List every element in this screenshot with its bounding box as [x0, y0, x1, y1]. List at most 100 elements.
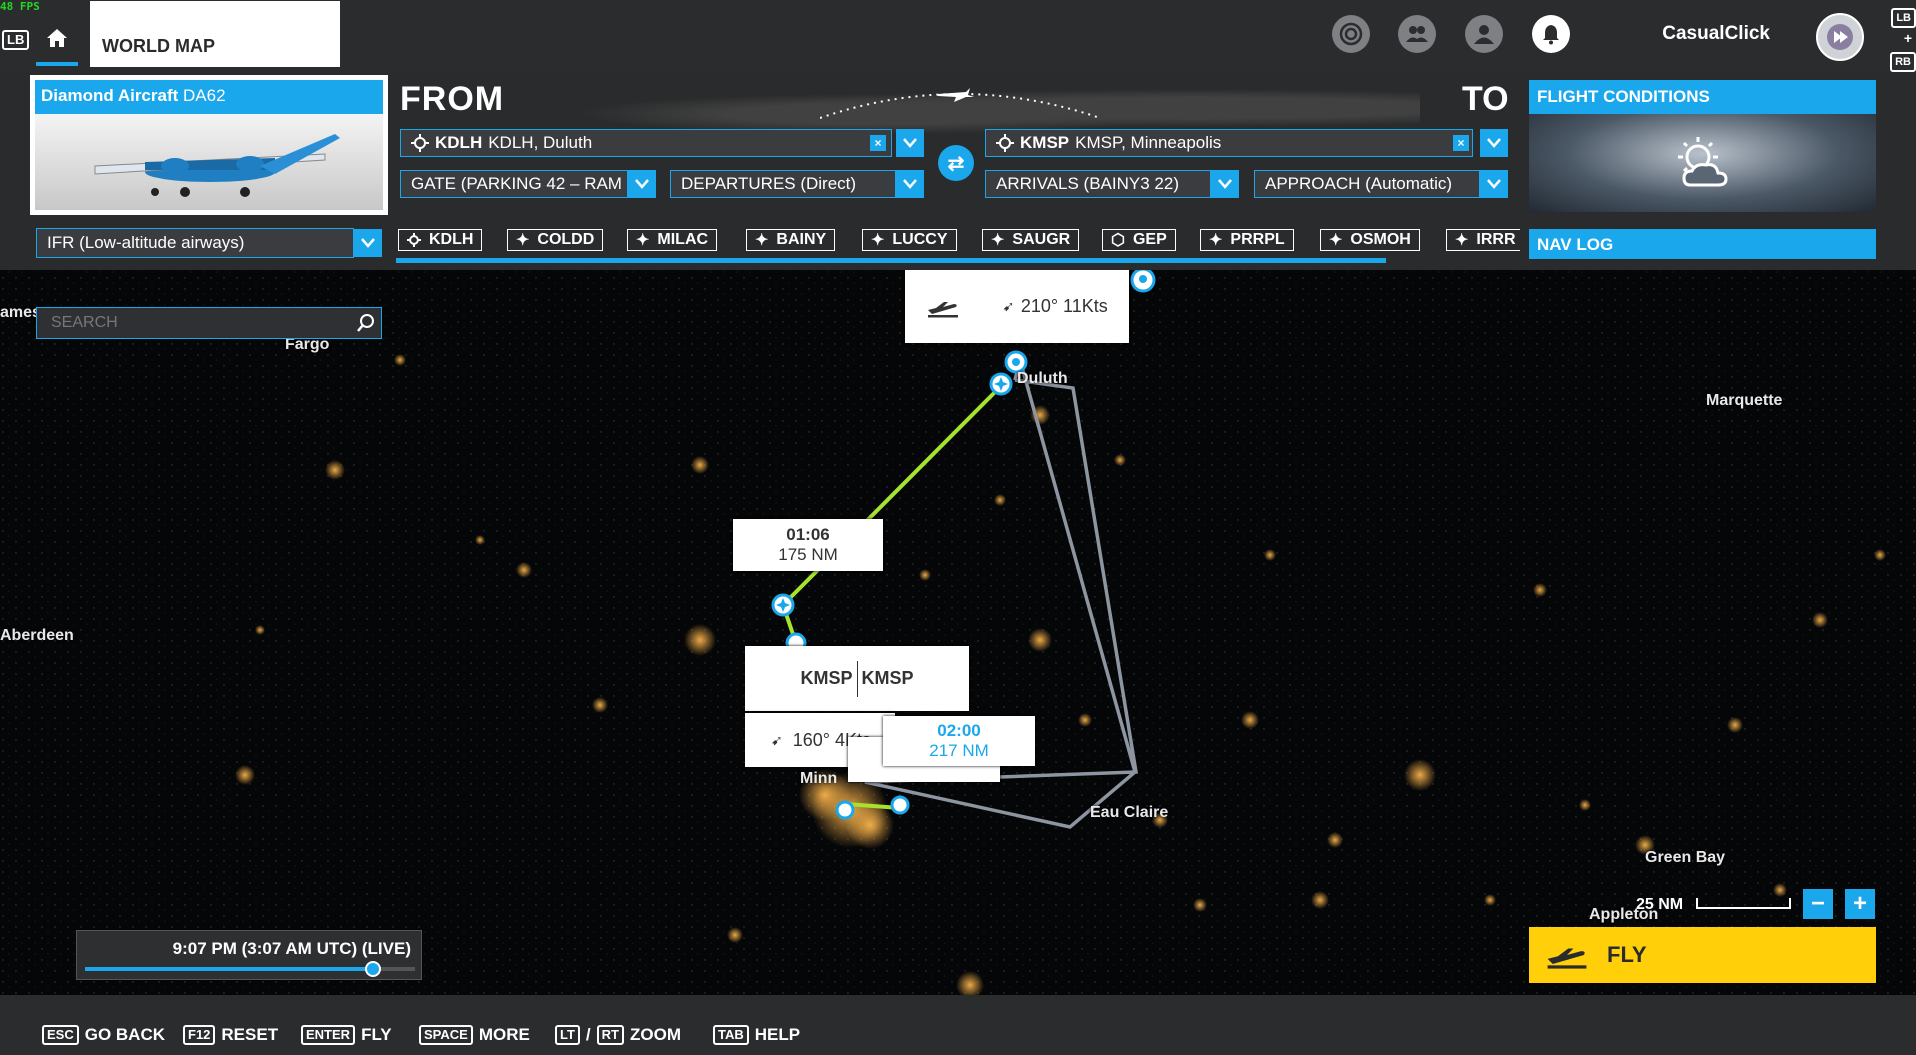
avatar-logo-icon [1827, 24, 1853, 50]
leg-time: 02:00 [937, 721, 981, 740]
chevron-down-icon [1487, 138, 1501, 148]
aircraft-card[interactable]: Diamond Aircraft DA62 [30, 75, 388, 215]
waypoint-label: PRRPL [1230, 231, 1285, 248]
aircraft-title: Diamond Aircraft DA62 [35, 80, 383, 114]
waypoint-marker[interactable] [1004, 350, 1028, 374]
gate-dropdown-button[interactable] [628, 170, 656, 198]
arrival-procedure-dropdown-button[interactable] [1211, 170, 1239, 198]
zoom-in-button[interactable]: + [1845, 889, 1875, 919]
world-map[interactable]: ames Fargo Duluth Marquette Aberdeen Eau… [0, 270, 1916, 995]
profile-button[interactable] [1465, 15, 1503, 53]
fly-label: FLY [1607, 942, 1647, 967]
departure-procedure-select[interactable]: DEPARTURES (Direct) [670, 170, 896, 198]
plus-icon: + [1852, 890, 1867, 917]
clear-departure-button[interactable]: × [870, 135, 886, 151]
map-pin-icon[interactable] [1130, 270, 1156, 293]
key-badge: TAB [713, 1025, 749, 1045]
route-type-select[interactable]: IFR (Low-altitude airways) [36, 228, 354, 258]
bell-icon [1543, 25, 1559, 45]
close-icon: × [1457, 136, 1465, 150]
location-target-icon [407, 233, 421, 247]
arrival-procedure-select[interactable]: ARRIVALS (BAINY3 22) [985, 170, 1211, 198]
waypoint-kdlh[interactable]: KDLH [398, 229, 483, 251]
friends-icon [1406, 26, 1428, 42]
city-label: Minn [800, 770, 838, 787]
key-badge: LT [555, 1025, 580, 1045]
home-icon [47, 29, 67, 47]
waypoint-coldd[interactable]: ✦ COLDD [507, 229, 604, 251]
departure-dropdown-button[interactable] [896, 129, 924, 157]
user-name[interactable]: CasualClick [1662, 23, 1770, 45]
fly-button[interactable]: FLY [1529, 927, 1876, 983]
route-type-dropdown-button[interactable] [354, 229, 382, 257]
destination-callout[interactable]: KMSP KMSP [745, 646, 969, 711]
key-badge: ESC [42, 1025, 79, 1045]
home-tab-indicator [36, 62, 78, 66]
waypoint-osmoh[interactable]: ✦ OSMOH [1320, 229, 1420, 251]
waypoint-marker[interactable] [989, 372, 1013, 396]
departure-airport-field[interactable]: KDLH KDLH, Duluth [400, 129, 892, 157]
approach-select[interactable]: APPROACH (Automatic) [1254, 170, 1480, 198]
key-badge: SPACE [419, 1025, 473, 1045]
lb-button[interactable]: LB [2, 30, 30, 50]
avatar[interactable] [1816, 13, 1864, 61]
hint-separator: / [585, 1025, 591, 1044]
wind-icon: ➹ [771, 731, 783, 748]
waypoint-prrpl[interactable]: ✦ PRRPL [1200, 229, 1294, 251]
time-slider-fill [85, 967, 373, 971]
waypoint-milac[interactable]: ✦ MILAC [627, 229, 718, 251]
search-icon[interactable] [356, 313, 376, 333]
time-slider-track[interactable] [85, 961, 415, 977]
hint-zoom[interactable]: LT / RT ZOOM [555, 1025, 681, 1045]
destination-code: KMSP [861, 668, 914, 688]
waypoint-saugr[interactable]: ✦ SAUGR [982, 229, 1080, 251]
waypoint-luccy[interactable]: ✦ LUCCY [862, 229, 957, 251]
search-input[interactable]: SEARCH [36, 307, 382, 339]
lb-right-button[interactable]: LB [1891, 8, 1916, 28]
activity-icon [1339, 22, 1363, 46]
approach-dropdown-button[interactable] [1480, 170, 1508, 198]
leg-time: 01:06 [786, 525, 830, 544]
rb-right-button[interactable]: RB [1890, 52, 1916, 72]
hint-reset[interactable]: F12 RESET [183, 1025, 278, 1045]
flight-conditions-panel[interactable]: FLIGHT CONDITIONS [1529, 80, 1876, 212]
waypoint-bainy[interactable]: ✦ BAINY [746, 229, 836, 251]
gate-select[interactable]: GATE (PARKING 42 – RAM [400, 170, 628, 198]
activity-button[interactable] [1332, 15, 1370, 53]
waypoint-label: BAINY [776, 231, 827, 248]
waypoint-star-icon: ✦ [636, 232, 650, 249]
swap-airports-button[interactable]: ⇄ [938, 145, 974, 181]
waypoint-star-icon: ✦ [871, 232, 885, 249]
waypoint-scrollbar[interactable] [396, 258, 1386, 263]
chevron-down-icon [1487, 179, 1501, 189]
chevron-down-icon [635, 179, 649, 189]
nav-log-button[interactable]: NAV LOG [1529, 229, 1876, 259]
map-lights [0, 270, 1916, 995]
waypoint-label: MILAC [657, 231, 709, 248]
waypoint-label: KDLH [429, 231, 474, 248]
tab-world-map[interactable]: WORLD MAP [90, 1, 340, 67]
zoom-out-button[interactable]: − [1803, 889, 1833, 919]
leg-distance: 175 NM [778, 545, 838, 564]
hint-help[interactable]: TAB HELP [713, 1025, 800, 1045]
weather-preview [1529, 114, 1876, 212]
friends-button[interactable] [1398, 15, 1436, 53]
waypoint-irrr[interactable]: ✦ IRRR [1446, 229, 1520, 251]
hint-fly[interactable]: ENTER FLY [301, 1025, 392, 1045]
to-label: TO [1462, 80, 1509, 118]
city-label: Green Bay [1645, 849, 1726, 866]
arrival-dropdown-button[interactable] [1480, 129, 1508, 157]
hint-more[interactable]: SPACE MORE [419, 1025, 530, 1045]
departure-procedure-dropdown-button[interactable] [896, 170, 924, 198]
leg-callout[interactable]: 01:06 175 NM [733, 519, 883, 571]
notifications-button[interactable] [1532, 15, 1570, 53]
waypoint-marker[interactable] [771, 593, 795, 617]
waypoint-gep[interactable]: ⬡ GEP [1102, 229, 1176, 251]
arrival-airport-field[interactable]: KMSP KMSP, Minneapolis [985, 129, 1473, 157]
time-slider-handle[interactable] [365, 961, 382, 977]
departure-callout[interactable]: ➹ 210° 11Kts [905, 270, 1129, 343]
leg-callout[interactable]: 02:00 217 NM [883, 716, 1035, 766]
clear-arrival-button[interactable]: × [1453, 135, 1469, 151]
home-button[interactable] [38, 14, 76, 62]
hint-go-back[interactable]: ESC GO BACK [42, 1025, 165, 1045]
